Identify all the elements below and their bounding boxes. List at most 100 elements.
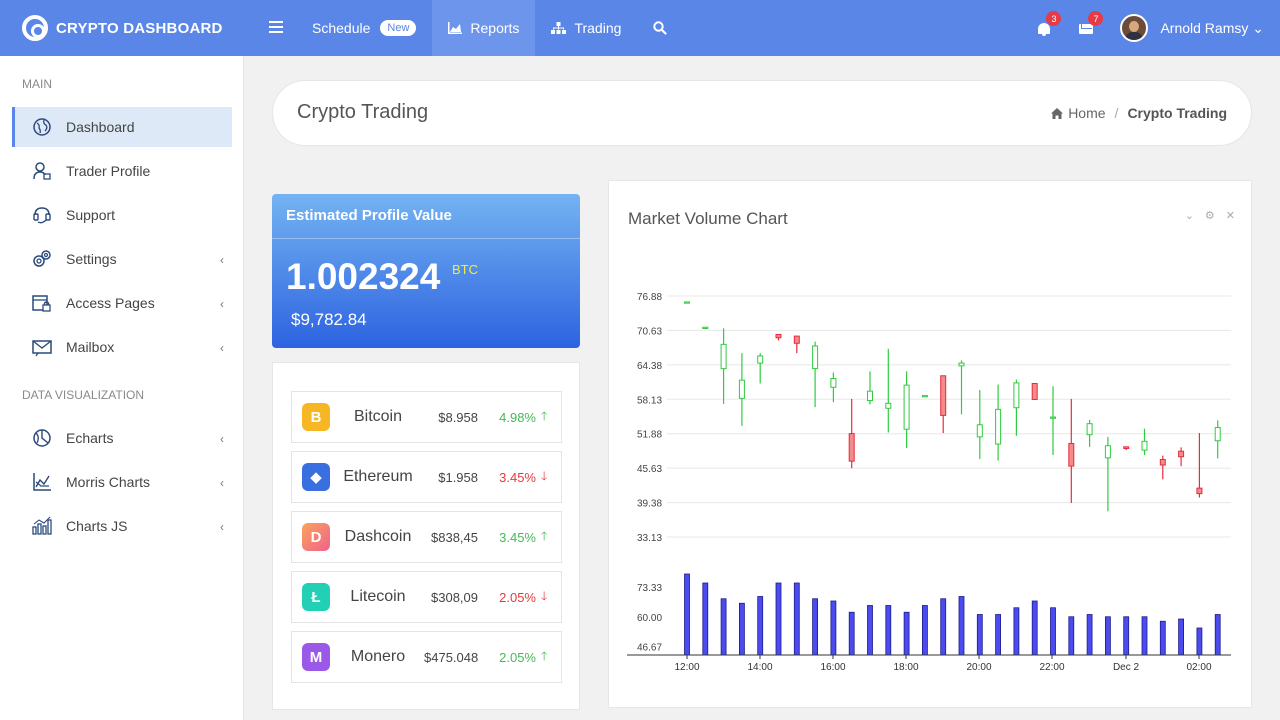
volume-bar xyxy=(775,582,782,656)
candle-body xyxy=(1068,443,1075,467)
volume-bar xyxy=(976,614,983,656)
sidebar-item-label: Trader Profile xyxy=(66,163,151,179)
home-icon xyxy=(1051,107,1064,119)
breadcrumb: Home / Crypto Trading xyxy=(1051,105,1227,121)
chevron-left-icon: ‹ xyxy=(220,520,224,534)
x-tick-label: 18:00 xyxy=(893,662,918,673)
candle-body xyxy=(976,424,983,438)
breadcrumb-separator: / xyxy=(1114,105,1119,121)
list-item[interactable]: ◆ Ethereum $1.958 3.45% 🡓 xyxy=(291,451,562,503)
candle-body xyxy=(921,395,928,398)
arrow-up-icon: 🡑 xyxy=(541,648,548,663)
volume-tick-label: 46.67 xyxy=(637,643,662,654)
chevron-down-icon: ⌄ xyxy=(1252,19,1264,36)
sidebar-item-charts-js[interactable]: Charts JS ‹ xyxy=(12,506,232,546)
volume-bar xyxy=(1086,614,1093,656)
price-tick-label: 76.88 xyxy=(637,292,662,303)
coin-price: $1.958 xyxy=(438,469,478,485)
candle-body xyxy=(1050,416,1056,419)
monero-icon: M xyxy=(302,643,330,671)
sidebar-item-label: Support xyxy=(66,207,116,223)
chevron-left-icon: ‹ xyxy=(220,253,224,267)
breadcrumb-current: Crypto Trading xyxy=(1127,105,1227,121)
volume-tick-label: 73.33 xyxy=(637,583,662,594)
brand-logo-icon xyxy=(22,15,48,41)
list-item[interactable]: Ł Litecoin $308,09 2.05% 🡓 xyxy=(291,571,562,623)
profile-unit: BTC xyxy=(452,262,478,277)
volume-bar xyxy=(995,614,1002,656)
coin-price: $475.048 xyxy=(424,649,479,665)
sidebar-item-dashboard[interactable]: Dashboard xyxy=(12,107,232,147)
coin-price: $308,09 xyxy=(431,589,478,605)
chevron-left-icon: ‹ xyxy=(220,432,224,446)
arrow-down-icon: 🡓 xyxy=(541,588,548,603)
sidebar-item-label: Morris Charts xyxy=(66,474,151,490)
sidebar-item-label: Access Pages xyxy=(66,295,155,311)
coin-name: Bitcoin xyxy=(353,408,403,425)
candle-body xyxy=(1178,450,1185,458)
sidebar-item-mailbox[interactable]: Mailbox ‹ xyxy=(12,327,232,367)
sidebar-item-support[interactable]: Support xyxy=(12,195,232,235)
volume-bar xyxy=(793,582,800,656)
arrow-up-icon: 🡑 xyxy=(541,528,548,543)
nav-trading[interactable]: Trading xyxy=(535,0,637,56)
coin-change: 3.45% xyxy=(499,469,536,485)
volume-bar xyxy=(1159,620,1166,656)
sidebar-section-data-visualization: DATA VISUALIZATION xyxy=(22,388,145,402)
chevron-left-icon: ‹ xyxy=(220,297,224,311)
globe-icon xyxy=(32,117,52,137)
volume-bar xyxy=(1104,616,1111,656)
user-area: 3 7 Arnold Ramsy ⌄ xyxy=(1036,0,1280,56)
candle-body xyxy=(1141,440,1148,451)
sidebar: MAIN Dashboard Trader Profile Support Se… xyxy=(0,56,244,720)
sidebar-item-echarts[interactable]: Echarts ‹ xyxy=(12,418,232,458)
volume-bar xyxy=(940,598,947,656)
x-tick-label: 12:00 xyxy=(674,662,699,673)
settings-icon xyxy=(32,249,52,269)
avatar[interactable] xyxy=(1120,14,1149,42)
list-item[interactable]: D Dashcoin $838,45 3.45% 🡑 xyxy=(291,511,562,563)
page-title: Crypto Trading xyxy=(297,101,429,123)
volume-bar xyxy=(1141,616,1148,656)
sidebar-item-access-pages[interactable]: Access Pages ‹ xyxy=(12,283,232,323)
nav-schedule[interactable]: Schedule New xyxy=(296,0,432,56)
list-item[interactable]: B Bitcoin $8.958 4.98% 🡑 xyxy=(291,391,562,443)
sidebar-item-trader-profile[interactable]: Trader Profile xyxy=(12,151,232,191)
candle-body xyxy=(940,375,947,416)
nav-reports[interactable]: Reports xyxy=(432,0,536,56)
messages-count: 7 xyxy=(1088,11,1104,26)
messages-button[interactable]: 7 xyxy=(1078,11,1104,36)
brand[interactable]: CRYPTO DASHBOARD xyxy=(0,0,244,56)
candle-body xyxy=(958,362,965,367)
chevron-left-icon: ‹ xyxy=(220,341,224,355)
coin-change: 3.45% xyxy=(499,529,536,545)
page-header: Crypto Trading Home / Crypto Trading xyxy=(272,80,1252,146)
x-tick-label: 16:00 xyxy=(820,662,845,673)
profile-value: 1.002324 xyxy=(286,256,441,297)
nav-search[interactable] xyxy=(637,0,683,56)
breadcrumb-home[interactable]: Home xyxy=(1068,105,1105,121)
candle-body xyxy=(848,433,855,462)
coin-change: 2.05% xyxy=(499,589,536,605)
notifications-count: 3 xyxy=(1046,11,1062,26)
chartjs-icon xyxy=(32,516,52,536)
sidebar-item-settings[interactable]: Settings ‹ xyxy=(12,239,232,279)
price-tick-label: 51.88 xyxy=(637,430,662,441)
ethereum-icon: ◆ xyxy=(302,463,330,491)
volume-bar xyxy=(848,611,855,656)
candle-body xyxy=(793,335,800,344)
volume-tick-label: 60.00 xyxy=(637,613,662,624)
volume-bar xyxy=(885,605,892,656)
price-tick-label: 58.13 xyxy=(637,395,662,406)
price-tick-label: 39.38 xyxy=(637,499,662,510)
menu-toggle-icon[interactable] xyxy=(269,21,283,36)
sidebar-item-morris-charts[interactable]: Morris Charts ‹ xyxy=(12,462,232,502)
user-menu[interactable]: Arnold Ramsy ⌄ xyxy=(1160,20,1264,37)
candle-body xyxy=(1123,446,1130,449)
list-item[interactable]: M Monero $475.048 2.05% 🡑 xyxy=(291,631,562,683)
coin-name: Monero xyxy=(350,648,406,665)
notifications-button[interactable]: 3 xyxy=(1036,11,1062,36)
candle-body xyxy=(1214,427,1221,442)
x-tick-label: 22:00 xyxy=(1039,662,1064,673)
nav-schedule-label: Schedule xyxy=(312,20,371,36)
